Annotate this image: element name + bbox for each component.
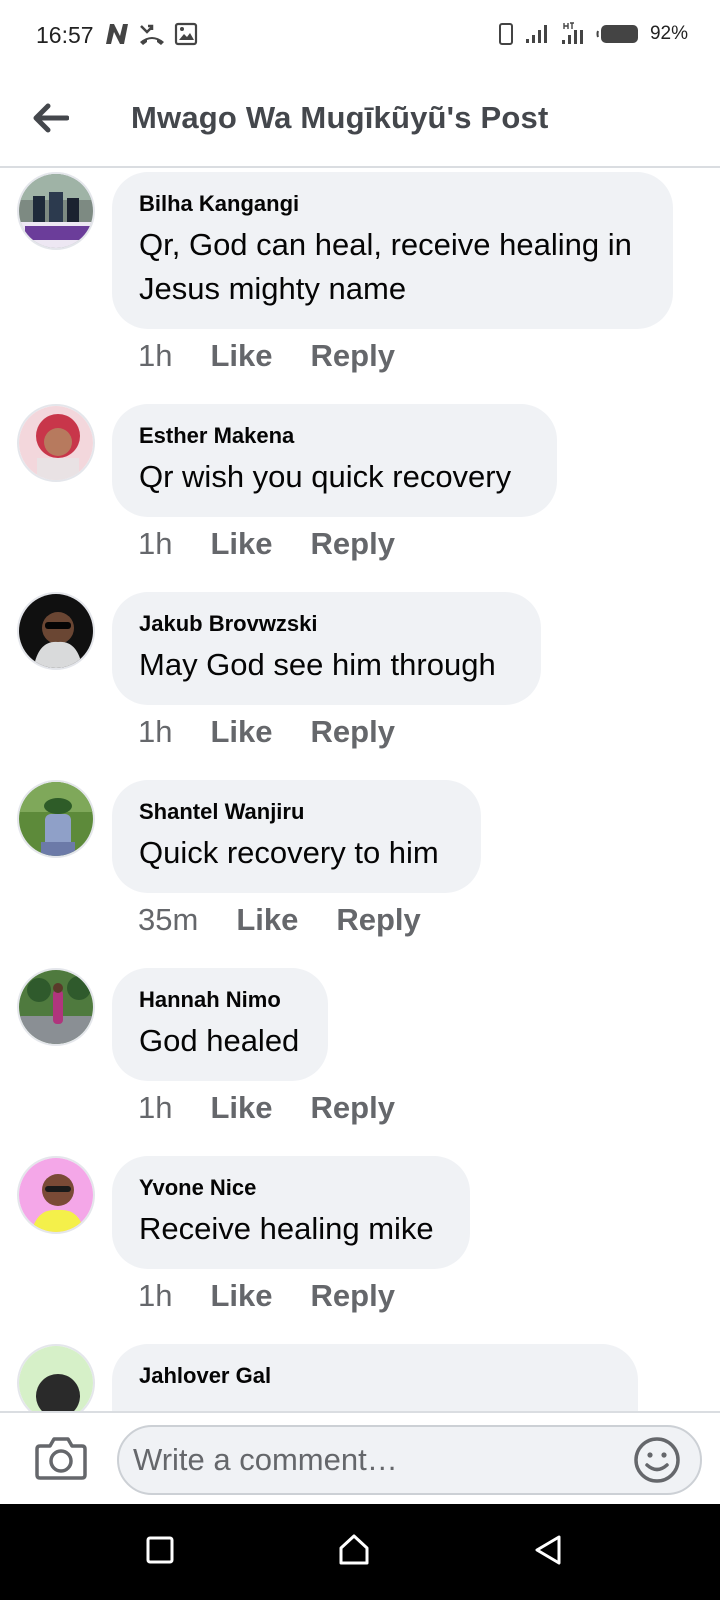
comment-actions: 1h Like Reply xyxy=(138,1090,395,1126)
comment-text: Qr, God can heal, receive healing in Jes… xyxy=(139,227,632,306)
comment-bubble[interactable]: Esther Makena Qr wish you quick recovery xyxy=(112,404,557,517)
post-header: Mwago Wa Mugīkũyũ's Post xyxy=(0,72,720,168)
back-nav-button[interactable] xyxy=(528,1532,568,1572)
comment-bubble[interactable]: Jahlover Gal xyxy=(112,1344,638,1412)
like-button[interactable]: Like xyxy=(210,1278,272,1314)
avatar[interactable] xyxy=(17,172,95,250)
comment-bubble[interactable]: Jakub Brovwzski May God see him through xyxy=(112,592,541,705)
reply-button[interactable]: Reply xyxy=(311,526,395,562)
emoji-button[interactable] xyxy=(632,1435,682,1485)
comment-time[interactable]: 1h xyxy=(138,714,172,750)
arrow-left-icon xyxy=(31,102,70,139)
signal-ht-icon xyxy=(560,22,586,46)
avatar[interactable] xyxy=(17,592,95,670)
avatar[interactable] xyxy=(17,780,95,858)
home-icon xyxy=(336,1532,372,1573)
comment-bubble[interactable]: Yvone Nice Receive healing mike xyxy=(112,1156,470,1269)
camera-icon xyxy=(34,1437,88,1489)
avatar[interactable] xyxy=(17,968,95,1046)
battery-percent: 92% xyxy=(649,23,688,44)
comment-text: Quick recovery to him xyxy=(139,835,439,870)
comment-actions: 1h Like Reply xyxy=(138,526,395,562)
avatar[interactable] xyxy=(17,404,95,482)
recents-button[interactable] xyxy=(140,1532,180,1572)
comment-input[interactable] xyxy=(117,1425,702,1495)
comment-author[interactable]: Jakub Brovwzski xyxy=(139,609,513,639)
missed-call-icon xyxy=(138,22,166,46)
comment-text: Qr wish you quick recovery xyxy=(139,459,512,494)
comment-author[interactable]: Jahlover Gal xyxy=(139,1361,610,1391)
triangle-back-icon xyxy=(531,1533,565,1572)
like-button[interactable]: Like xyxy=(210,338,272,374)
comment-text: Receive healing mike xyxy=(139,1211,434,1246)
comment-bubble[interactable]: Shantel Wanjiru Quick recovery to him xyxy=(112,780,481,893)
comments-list[interactable]: Bilha Kangangi Qr, God can heal, receive… xyxy=(0,168,720,1412)
comment-text: May God see him through xyxy=(139,647,496,682)
camera-button[interactable] xyxy=(34,1431,88,1485)
back-button[interactable] xyxy=(22,92,78,148)
battery-icon xyxy=(596,23,640,45)
square-icon xyxy=(143,1533,177,1572)
reply-button[interactable]: Reply xyxy=(311,338,395,374)
reply-button[interactable]: Reply xyxy=(311,714,395,750)
like-button[interactable]: Like xyxy=(236,902,298,938)
comment-time[interactable]: 1h xyxy=(138,526,172,562)
avatar[interactable] xyxy=(17,1156,95,1234)
comment-bubble[interactable]: Hannah Nimo God healed xyxy=(112,968,328,1081)
comment-time[interactable]: 1h xyxy=(138,1278,172,1314)
signal-icon xyxy=(524,23,550,45)
reply-button[interactable]: Reply xyxy=(336,902,420,938)
status-bar: 16:57 92% xyxy=(0,0,720,72)
home-button[interactable] xyxy=(334,1532,374,1572)
comment-text: God healed xyxy=(139,1023,300,1058)
like-button[interactable]: Like xyxy=(210,714,272,750)
comment-time[interactable]: 35m xyxy=(138,902,198,938)
comment-actions: 1h Like Reply xyxy=(138,714,395,750)
image-icon xyxy=(174,22,198,46)
smiley-icon xyxy=(632,1437,682,1489)
status-notification-icons xyxy=(104,22,198,46)
status-time: 16:57 xyxy=(36,22,94,48)
comment-actions: 1h Like Reply xyxy=(138,338,395,374)
reply-button[interactable]: Reply xyxy=(311,1090,395,1126)
comment-time[interactable]: 1h xyxy=(138,1090,172,1126)
comment-actions: 35m Like Reply xyxy=(138,902,421,938)
comment-author[interactable]: Yvone Nice xyxy=(139,1173,442,1203)
comment-author[interactable]: Shantel Wanjiru xyxy=(139,797,453,827)
avatar[interactable] xyxy=(17,1344,95,1412)
comment-actions: 1h Like Reply xyxy=(138,1278,395,1314)
reply-button[interactable]: Reply xyxy=(311,1278,395,1314)
n-logo-icon xyxy=(104,22,130,46)
comment-time[interactable]: 1h xyxy=(138,338,172,374)
phone-icon xyxy=(498,22,514,46)
comment-author[interactable]: Bilha Kangangi xyxy=(139,189,645,219)
like-button[interactable]: Like xyxy=(210,526,272,562)
system-nav-bar xyxy=(0,1504,720,1600)
comment-bubble[interactable]: Bilha Kangangi Qr, God can heal, receive… xyxy=(112,172,673,329)
status-system-icons: 92% xyxy=(498,22,688,46)
like-button[interactable]: Like xyxy=(210,1090,272,1126)
comment-composer xyxy=(0,1411,720,1505)
comment-author[interactable]: Hannah Nimo xyxy=(139,985,300,1015)
page-title: Mwago Wa Mugīkũyũ's Post xyxy=(131,100,549,135)
comment-author[interactable]: Esther Makena xyxy=(139,421,529,451)
